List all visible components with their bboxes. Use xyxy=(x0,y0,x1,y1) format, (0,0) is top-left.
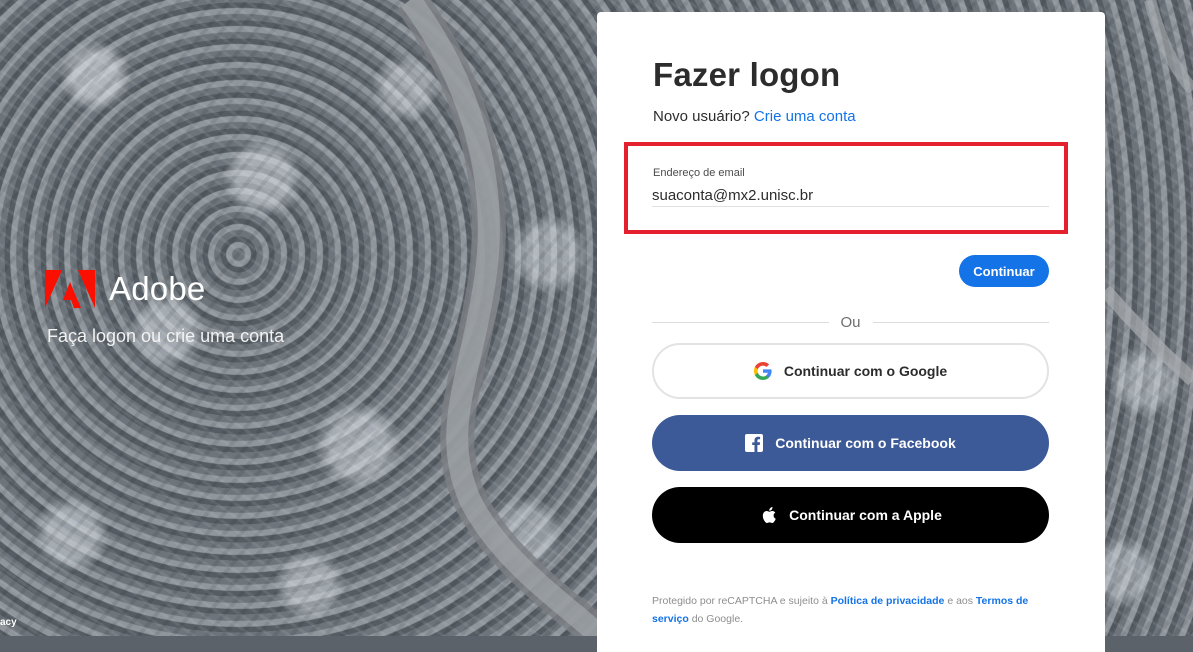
apple-signin-button[interactable]: Continuar com a Apple xyxy=(652,487,1049,543)
new-user-row: Novo usuário? Crie uma conta xyxy=(653,108,1049,125)
adobe-logo-icon xyxy=(45,270,95,308)
brand-name: Adobe xyxy=(109,270,206,307)
recaptcha-legal-text: Protegido por reCAPTCHA e sujeito à Polí… xyxy=(652,592,1052,628)
or-divider: Ou xyxy=(652,312,1050,332)
signin-card: Fazer logon Novo usuário? Crie uma conta… xyxy=(597,12,1105,652)
privacy-policy-link[interactable]: Política de privacidade xyxy=(831,595,945,607)
page-title: Fazer logon xyxy=(653,56,841,93)
google-button-label: Continuar com o Google xyxy=(783,363,948,379)
brand-tagline: Faça logon ou crie uma conta xyxy=(47,326,285,346)
apple-button-label: Continuar com a Apple xyxy=(789,507,942,523)
continue-button[interactable]: Continuar xyxy=(959,255,1049,287)
google-signin-button[interactable]: Continuar com o Google xyxy=(652,343,1049,399)
google-icon xyxy=(753,362,772,380)
email-field[interactable] xyxy=(652,184,1049,207)
facebook-signin-button[interactable]: Continuar com o Facebook xyxy=(652,415,1049,471)
facebook-icon xyxy=(745,434,764,452)
email-label: Endereço de email xyxy=(653,167,745,179)
legal-middle: e aos xyxy=(947,595,973,607)
create-account-link[interactable]: Crie uma conta xyxy=(754,108,856,125)
facebook-button-label: Continuar com o Facebook xyxy=(775,435,956,451)
apple-icon xyxy=(762,507,776,523)
new-user-text: Novo usuário? xyxy=(653,108,750,125)
privacy-corner-link[interactable]: acy xyxy=(0,617,17,628)
or-divider-text: Ou xyxy=(840,313,861,331)
adobe-brand: Adobe Faça logon ou crie uma conta xyxy=(45,270,284,347)
legal-prefix: Protegido por reCAPTCHA e sujeito à xyxy=(652,595,828,607)
legal-suffix: do Google. xyxy=(691,613,744,625)
